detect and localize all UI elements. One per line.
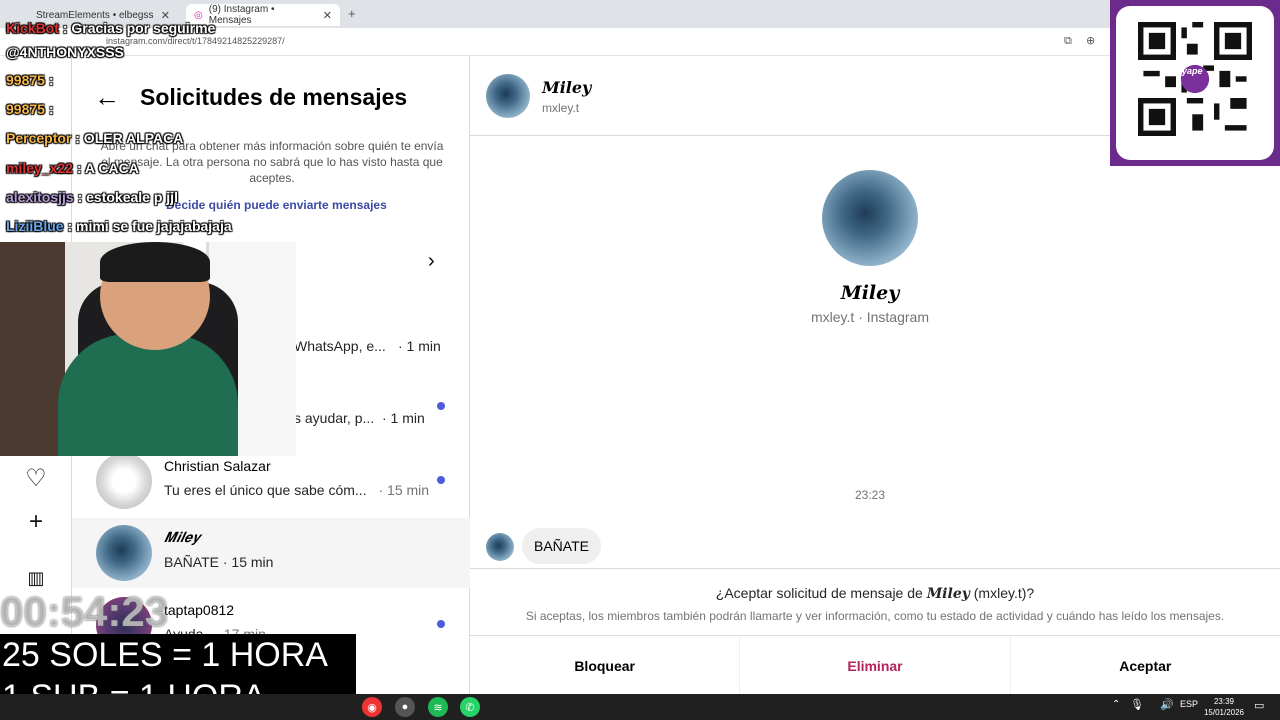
chat-message: : mimi se fue jajajabajaja [67,218,232,234]
request-actions: Bloquear Eliminar Aceptar [470,635,1280,695]
notification-icon[interactable]: ▭ [1254,699,1264,712]
windows-taskbar: ◉ ● ≋ ✆ ⌃ 🎙 🔊 ESP 23:39 15/01/2026 ▭ [0,694,1280,720]
chat-user: LiziiBlue [6,218,64,234]
profile-subtitle: mxley.t · Instagram [811,309,929,325]
profile-name: 𝑴𝒊𝒍𝒆𝒚 [840,282,900,304]
message-avatar [486,533,514,561]
block-button[interactable]: Bloquear [470,636,741,695]
request-preview: Tu eres el único que sabe cóm... · 15 mi… [164,482,429,498]
stream-chat-line: 99875 : [6,72,54,88]
volume-icon[interactable]: 🔊 [1160,698,1174,711]
new-tab-button[interactable]: + [348,6,356,21]
delete-button[interactable]: Eliminar [740,636,1011,695]
request-time: · 15 min [378,482,430,498]
heart-icon[interactable]: ♡ [22,464,50,492]
chat-user: miley_x22 [6,160,73,176]
stream-chat-line: LiziiBlue : mimi se fue jajajabajaja [6,218,232,234]
stream-chat-line: @4NTHONYXSSS [6,44,124,60]
hidden-request-time: · 1 min [382,410,425,426]
webcam-feed [0,242,296,456]
question-text: ¿Aceptar solicitud de mensaje de [715,585,927,601]
accept-button[interactable]: Aceptar [1011,636,1280,695]
spotify-icon[interactable]: ≋ [428,697,448,717]
profile-avatar[interactable] [822,170,918,266]
request-row-selected[interactable]: 𝑴𝒊𝒍𝒆𝒚 BAÑATE · 15 min [72,518,470,588]
chevron-right-icon[interactable]: › [428,250,435,273]
unread-dot [437,620,445,628]
question-name: 𝑴𝒊𝒍𝒆𝒚 [926,586,970,602]
request-name: 𝑴𝒊𝒍𝒆𝒚 [164,530,201,546]
stream-chat-line: miley_x22 : A CACA [6,160,139,176]
close-icon[interactable]: ✕ [323,9,332,22]
chat-message: : OLER ALPACA [75,130,184,146]
accept-request-box: ¿Aceptar solicitud de mensaje de 𝑴𝒊𝒍𝒆𝒚 (… [470,568,1280,695]
request-name: Christian Salazar [164,458,271,474]
streamer-hair [100,242,210,282]
unread-dot [437,476,445,484]
chat-user: Perceptor [6,130,72,146]
message-bubble: BAÑATE [522,528,601,564]
chat-username[interactable]: 𝑴𝒊𝒍𝒆𝒚 [542,78,591,97]
request-row[interactable]: Christian Salazar Tu eres el único que s… [72,446,470,516]
qr-code [1138,22,1252,136]
hidden-request-preview: s ayudar, p... [294,410,375,426]
chat-message: Gracias por seguirme [71,20,216,36]
streamer [58,334,238,456]
yape-logo: yape [1182,66,1203,76]
tray-chevron-icon[interactable]: ⌃ [1112,699,1120,710]
clock-time: 23:39 [1213,697,1235,706]
chat-message: : [48,101,54,117]
qr-card: yape [1116,6,1274,160]
promo-line: 25 SOLES = 1 HORA [2,636,328,674]
chrome-icon[interactable]: ◉ [362,697,382,717]
microphone-icon[interactable]: 🎙 [1130,698,1144,711]
clock-date: 15/01/2026 [1203,708,1245,717]
system-clock[interactable]: 23:39 15/01/2026 [1200,696,1248,718]
chat-message: : A CACA [76,160,139,176]
request-preview: BAÑATE · 15 min [164,554,274,570]
stream-chat-line: 99875 : [6,101,54,117]
avatar [96,453,152,509]
question-text: (mxley.t)? [969,585,1035,601]
stream-chat-line: alexitosjjs : estokeale p jjl [6,189,178,205]
accept-note: Si aceptas, los miembros también podrán … [525,609,1225,623]
zoom-icon[interactable]: ⊕ [1086,34,1095,47]
chat-user: alexitosjjs [6,189,74,205]
chat-user: 99875 [6,72,45,88]
chat-user: 99875 [6,101,45,117]
chat-message: : estokeale p jjl [77,189,178,205]
whatsapp-icon[interactable]: ✆ [460,697,480,717]
chat-user: @4NTHONYXSSS [6,44,124,60]
chat-user: KickBot [6,20,59,36]
avatar[interactable] [486,74,530,118]
create-icon[interactable]: + [22,508,50,536]
avatar [96,525,152,581]
yape-qr-overlay: yape [1110,0,1280,166]
stream-chat-line: KickBot : Gracias por seguirme [6,20,216,36]
install-icon[interactable]: ⧉ [1064,35,1072,48]
unread-dot [437,402,445,410]
obs-icon[interactable]: ● [395,697,415,717]
stream-chat-line: Perceptor : OLER ALPACA [6,130,183,146]
chat-handle: mxley.t [542,101,580,115]
stream-chat-overlay: KickBot : Gracias por seguirme @4NTHONYX… [0,0,300,240]
chat-message: : [48,72,54,88]
hidden-request-time: · 1 min [398,338,441,354]
hidden-request-preview: WhatsApp, e... [294,338,386,354]
message-timestamp: 23:23 [854,488,886,502]
language-indicator[interactable]: ESP [1180,699,1198,709]
preview-text: Tu eres el único que sabe cóm... [164,482,367,498]
subathon-timer: 00:54:23 [0,588,169,635]
accept-question: ¿Aceptar solicitud de mensaje de 𝑴𝒊𝒍𝒆𝒚 (… [470,585,1280,602]
